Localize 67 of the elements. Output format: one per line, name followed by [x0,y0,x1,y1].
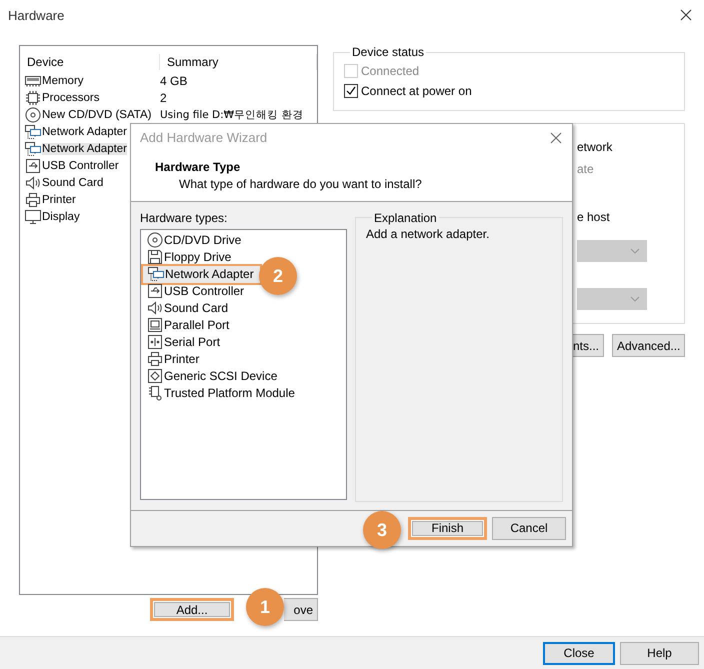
advanced-button[interactable]: Advanced... [612,334,685,357]
network-icon [25,124,41,140]
close-icon[interactable] [550,132,562,144]
disc-icon [147,232,163,248]
monitor-icon [25,208,41,224]
step-heading: Hardware Type [155,159,242,176]
remove-button[interactable]: ove [284,598,318,621]
column-header[interactable]: Summary [160,54,317,70]
device-name[interactable]: USB Controller [42,160,119,172]
dialog-title: Add Hardware Wizard [140,130,268,146]
device-name[interactable]: Display [42,210,80,222]
option-label: e host [577,209,611,226]
usb-icon [147,283,163,300]
list-item[interactable]: USB Controller [142,282,250,300]
group-title: Explanation [373,210,438,225]
checkbox-label[interactable]: Connect at power on [361,84,472,98]
serial-port-icon [147,334,163,350]
chip-icon [25,90,41,106]
speaker-icon [147,300,163,316]
list-label: Hardware types: [140,210,228,225]
option-label: ate [577,161,595,178]
device-summary: 2 [160,90,168,104]
list-item[interactable]: Floppy Drive [142,248,238,266]
list-item[interactable]: Serial Port [142,334,226,351]
step-subtitle: What type of hardware do you want to install? [178,176,423,194]
list-item[interactable]: Parallel Port [142,316,236,334]
device-name[interactable]: Printer [42,194,76,206]
device-name[interactable]: Processors [42,92,100,104]
step-marker: 1 [246,588,284,626]
help-button[interactable]: Help [620,642,699,664]
column-header[interactable]: Device [20,54,160,70]
caret-icon [630,296,640,302]
device-name[interactable]: New CD/DVD (SATA) [42,108,152,120]
list-item[interactable]: Network Adapter [141,264,262,285]
cancel-button[interactable]: Cancel [492,516,566,540]
window-title: Hardware [8,8,64,22]
device-summary: 4 GB [160,74,188,88]
network-icon [25,140,41,156]
caret-icon [630,248,640,254]
finish-button[interactable]: Finish [408,516,487,540]
device-name[interactable]: Sound Card [42,176,104,188]
add-button[interactable]: Add... [150,598,234,621]
usb-icon [25,158,41,174]
device-summary: Using file D:₩무인해킹 환경 [160,108,304,122]
list-item[interactable]: Trusted Platform Module [142,384,301,402]
group-title: Device status [351,45,426,59]
floppy-icon [147,249,163,266]
device-name[interactable]: Memory [42,74,84,86]
disc-icon [25,106,41,122]
device-name[interactable]: Network Adapter [42,126,128,138]
list-item[interactable]: CD/DVD Drive [142,232,248,249]
list-item[interactable]: Printer [142,350,206,368]
scsi-icon [147,368,163,384]
speaker-icon [25,174,41,190]
printer-icon [147,351,163,368]
device-name[interactable]: Network Adapter [42,142,128,154]
explanation-text: Add a network adapter. [366,226,490,241]
list-item[interactable]: Generic SCSI Device [142,368,284,385]
close-icon[interactable] [680,9,692,21]
checkbox[interactable] [344,84,358,98]
list-item[interactable]: Sound Card [142,300,234,317]
printer-icon [25,192,41,208]
chip-key-icon [147,385,163,402]
option-label: etwork [577,139,614,156]
close-button[interactable]: Close [543,642,615,664]
network-icon [148,266,164,282]
port-icon [147,317,163,334]
